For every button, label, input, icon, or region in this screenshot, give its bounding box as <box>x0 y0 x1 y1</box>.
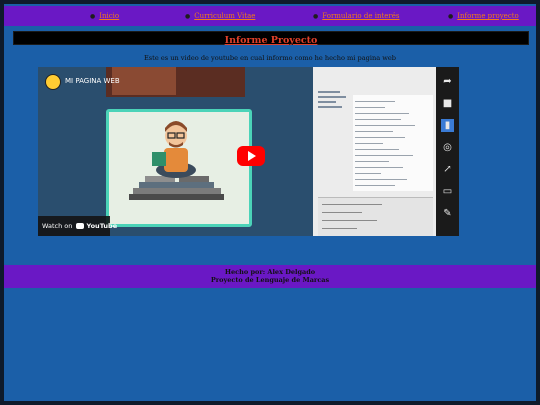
play-icon[interactable] <box>237 146 265 166</box>
nav-item-inicio[interactable]: ● Inicio <box>90 12 119 20</box>
video-side-toolbar: ➦ ■ ▮ ◎ ↗ ▭ ✎ <box>436 67 459 236</box>
pen-icon[interactable]: ✎ <box>441 207 454 220</box>
nav-link-informe[interactable]: Informe proyecto <box>457 12 519 20</box>
page: ● Inicio ● Curriculum Vitae ● Formulario de… <box>4 4 536 401</box>
youtube-label: YouTube <box>86 222 118 230</box>
devtools-bottom-panel <box>318 197 433 236</box>
youtube-video-embed[interactable]: MI PAGINA WEB ➦ ■ ▮ ◎ ↗ ▭ ✎ Watch on You… <box>38 67 459 236</box>
top-nav: ● Inicio ● Curriculum Vitae ● Formulario de… <box>4 6 536 26</box>
bullet-icon: ● <box>185 13 191 20</box>
watch-on-youtube-button[interactable]: Watch on YouTube <box>38 216 117 236</box>
video-description: Este es un video de youtube en cual info… <box>143 54 397 62</box>
watch-on-label: Watch on <box>42 222 73 230</box>
footer: Hecho por: Alex Delgado Proyecto de Leng… <box>4 265 536 288</box>
rectangle-icon[interactable]: ▭ <box>441 185 454 198</box>
bullet-icon: ● <box>448 13 454 20</box>
nav-link-formulario[interactable]: Formulario de interés <box>322 12 399 20</box>
nav-item-formulario[interactable]: ● Formulario de interés <box>313 12 400 20</box>
youtube-logo-icon <box>76 223 85 229</box>
reading-person-illustration <box>129 121 224 200</box>
video-thumbnail-top <box>106 67 245 97</box>
page-title: Informe Proyecto <box>224 35 318 46</box>
square-icon[interactable]: ■ <box>441 97 454 110</box>
nav-item-informe[interactable]: ● Informe proyecto <box>448 12 519 20</box>
bullet-icon: ● <box>313 13 319 20</box>
channel-name[interactable]: MI PAGINA WEB <box>65 77 120 85</box>
nav-item-curriculum[interactable]: ● Curriculum Vitae <box>185 12 255 20</box>
footer-project: Proyecto de Lenguaje de Marcas <box>210 276 330 284</box>
video-thumbnail-card <box>106 109 252 227</box>
channel-avatar[interactable] <box>45 74 61 90</box>
title-bar: Informe Proyecto <box>13 31 529 46</box>
devtools-file-tree <box>318 89 353 109</box>
nav-link-curriculum[interactable]: Curriculum Vitae <box>194 12 255 20</box>
share-icon[interactable]: ➦ <box>441 75 454 88</box>
nav-link-inicio[interactable]: Inicio <box>99 12 119 20</box>
arrow-icon[interactable]: ↗ <box>441 163 454 176</box>
chart-icon[interactable]: ▮ <box>441 119 454 132</box>
footer-author: Hecho por: Alex Delgado <box>224 268 316 276</box>
bullet-icon: ● <box>90 13 96 20</box>
devtools-code-area <box>353 95 433 191</box>
target-icon[interactable]: ◎ <box>441 141 454 154</box>
